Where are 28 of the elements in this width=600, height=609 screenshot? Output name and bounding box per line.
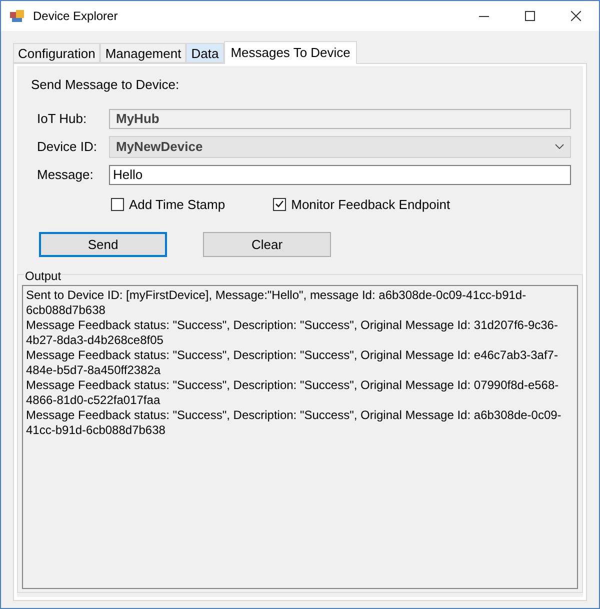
tab[interactable]: Management: [100, 43, 186, 63]
close-icon: [571, 11, 581, 21]
output-line: Message Feedback status: "Success", Description: "Success", Original Message Id: 07990f8d-e568-4866-81d0-c522fa017faa: [26, 378, 560, 408]
tab[interactable]: Data: [186, 43, 224, 63]
tab[interactable]: Configuration: [13, 43, 100, 63]
maximize-icon: [525, 11, 535, 21]
checkbox-label: Add Time Stamp: [129, 196, 226, 214]
output-line: Message Feedback status: "Success", Description: "Success", Original Message Id: a6b308de-0c09-41cc-b91d-6cb088d7b638: [26, 408, 562, 438]
checkbox-label: Monitor Feedback Endpoint: [291, 196, 450, 214]
output-line: Sent to Device ID: [myFirstDevice], Message:"Hello", message Id: a6b308de-0c09-41cc-b91d-6cb088d7b638: [26, 288, 528, 318]
checkbox[interactable]: [273, 198, 286, 211]
field-label: Device ID:: [37, 138, 98, 156]
tab[interactable]: Messages To Device: [224, 41, 358, 64]
input-field[interactable]: MyHub: [109, 108, 571, 128]
input-field[interactable]: Hello: [109, 164, 571, 184]
field-label: IoT Hub:: [37, 110, 88, 128]
checkbox[interactable]: [111, 198, 124, 211]
output-line: Message Feedback status: "Success", Description: "Success", Original Message Id: 31d207f6-9c36-4b27-8da3-d4b268ce8f05: [26, 318, 559, 348]
window-title: Device Explorer: [33, 8, 118, 25]
dropdown[interactable]: MyNewDevice: [109, 136, 571, 158]
action-button[interactable]: Clear: [203, 232, 331, 257]
action-button[interactable]: Send: [39, 232, 167, 257]
output-line: Message Feedback status: "Success", Description: "Success", Original Message Id: e46c7ab3-3af7-484e-b5d7-8a450ff2382a: [26, 348, 559, 378]
checkmark-icon: [275, 200, 284, 208]
field-label: Message:: [37, 166, 94, 184]
section-heading: Send Message to Device:: [31, 76, 180, 94]
app-icon: [9, 8, 25, 24]
chevron-down-icon: [555, 144, 564, 149]
